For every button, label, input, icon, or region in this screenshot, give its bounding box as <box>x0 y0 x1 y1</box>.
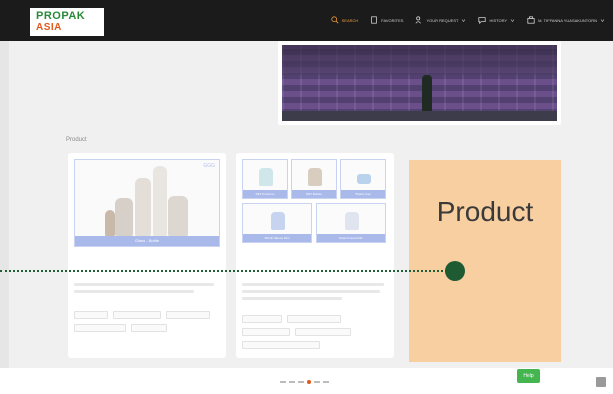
logo-text-asia: ASIA <box>36 22 62 33</box>
nav-account[interactable]: M. Tiffanna Yuasakuntorn <box>527 16 605 24</box>
pager-dot[interactable] <box>280 381 286 383</box>
product-highlight-label: Product <box>436 196 534 227</box>
carousel-pager <box>280 380 329 384</box>
tag-chip[interactable] <box>287 315 341 323</box>
sleeve-shape <box>271 212 285 230</box>
main-nav: Search Favorites Your request History M.… <box>331 13 605 27</box>
tile-caption: Stretch Hood Film <box>317 234 385 242</box>
chat-icon <box>478 17 487 24</box>
tile-pet-preforms[interactable]: PET Preforms <box>242 159 288 199</box>
pager-dot[interactable] <box>298 381 304 383</box>
nav-your-request-label: Your request <box>426 17 459 23</box>
building-icon <box>527 16 535 24</box>
nav-history[interactable]: History <box>478 16 515 24</box>
bottle-shape <box>308 168 322 186</box>
tile-plastic-cap[interactable]: Plastic Cap <box>340 159 386 199</box>
nav-history-label: History <box>489 17 508 23</box>
nav-search[interactable]: Search <box>331 16 359 24</box>
product-image-glass-bottle[interactable]: GGG Glass - Bottle <box>74 159 220 247</box>
tile-shrink-sleeve-film[interactable]: Shrink Sleeve Film <box>242 203 312 243</box>
tag-chip[interactable] <box>242 315 282 323</box>
preform-shape <box>259 168 273 186</box>
tile-caption: PET Preforms <box>243 190 287 198</box>
chevron-down-icon <box>510 18 515 22</box>
warehouse-floor <box>282 111 557 121</box>
tag-chip[interactable] <box>113 311 161 319</box>
users-icon <box>415 16 422 24</box>
tag-chip[interactable] <box>166 311 210 319</box>
propak-asia-logo[interactable]: PROPAK ASIA <box>30 8 104 36</box>
nav-favorites-label: Favorites <box>381 17 404 23</box>
tile-stretch-hood-film[interactable]: Stretch Hood Film <box>316 203 386 243</box>
product-section-title: Product <box>66 137 87 143</box>
product-highlight-box: Product <box>409 160 561 362</box>
card-badge: GGG <box>203 163 215 169</box>
tile-caption: Shrink Sleeve Film <box>243 234 311 242</box>
tag-chip[interactable] <box>242 328 290 336</box>
help-chat-button[interactable]: Help <box>517 369 540 383</box>
bookmark-icon <box>371 16 378 24</box>
card-description <box>242 283 388 304</box>
pager-dot[interactable] <box>323 381 329 383</box>
tag-chip[interactable] <box>131 324 167 332</box>
top-nav-bar: PROPAK ASIA Search Favorites Your reques… <box>0 0 613 41</box>
hood-shape <box>345 212 359 230</box>
card-tags <box>74 311 220 332</box>
tile-caption: Plastic Cap <box>341 190 385 198</box>
card-description <box>74 283 220 297</box>
tag-chip[interactable] <box>242 341 320 349</box>
pager-dot[interactable] <box>289 381 295 383</box>
nav-your-request[interactable]: Your request <box>415 16 466 24</box>
search-icon <box>331 16 339 24</box>
scroll-to-top-button[interactable] <box>596 377 606 387</box>
tile-pet-bottles[interactable]: PET Bottles <box>291 159 337 199</box>
tile-caption: PET Bottles <box>292 190 336 198</box>
pager-dot-active[interactable] <box>307 380 311 384</box>
product-card-glass[interactable]: GGG Glass - Bottle <box>68 153 226 358</box>
tag-chip[interactable] <box>74 311 108 319</box>
worker-figure <box>422 75 432 113</box>
logo-text-propak: PROPAK <box>36 10 86 22</box>
chevron-down-icon <box>462 18 466 22</box>
page-left-gutter <box>0 41 9 368</box>
product-card-plastic[interactable]: PET Preforms PET Bottles Plastic Cap Shr… <box>236 153 394 358</box>
tag-chip[interactable] <box>295 328 351 336</box>
nav-account-label: M. Tiffanna Yuasakuntorn <box>538 17 597 23</box>
pointer-target-dot <box>445 261 465 281</box>
pointer-connector-line <box>0 270 455 272</box>
bottle-shape <box>105 210 115 236</box>
chevron-down-icon <box>600 18 605 22</box>
warehouse-image <box>282 45 557 121</box>
bottle-shape <box>168 196 188 236</box>
bottle-shape <box>115 198 133 236</box>
bottle-shape <box>135 178 151 236</box>
pager-dot[interactable] <box>314 381 320 383</box>
tag-chip[interactable] <box>74 324 126 332</box>
bottle-shape <box>153 166 167 236</box>
nav-search-label: Search <box>341 17 359 23</box>
hero-banner <box>278 41 561 125</box>
card-tags <box>242 315 388 349</box>
image-caption: Glass - Bottle <box>75 236 219 246</box>
nav-favorites[interactable]: Favorites <box>370 16 403 24</box>
cap-shape <box>357 174 371 184</box>
